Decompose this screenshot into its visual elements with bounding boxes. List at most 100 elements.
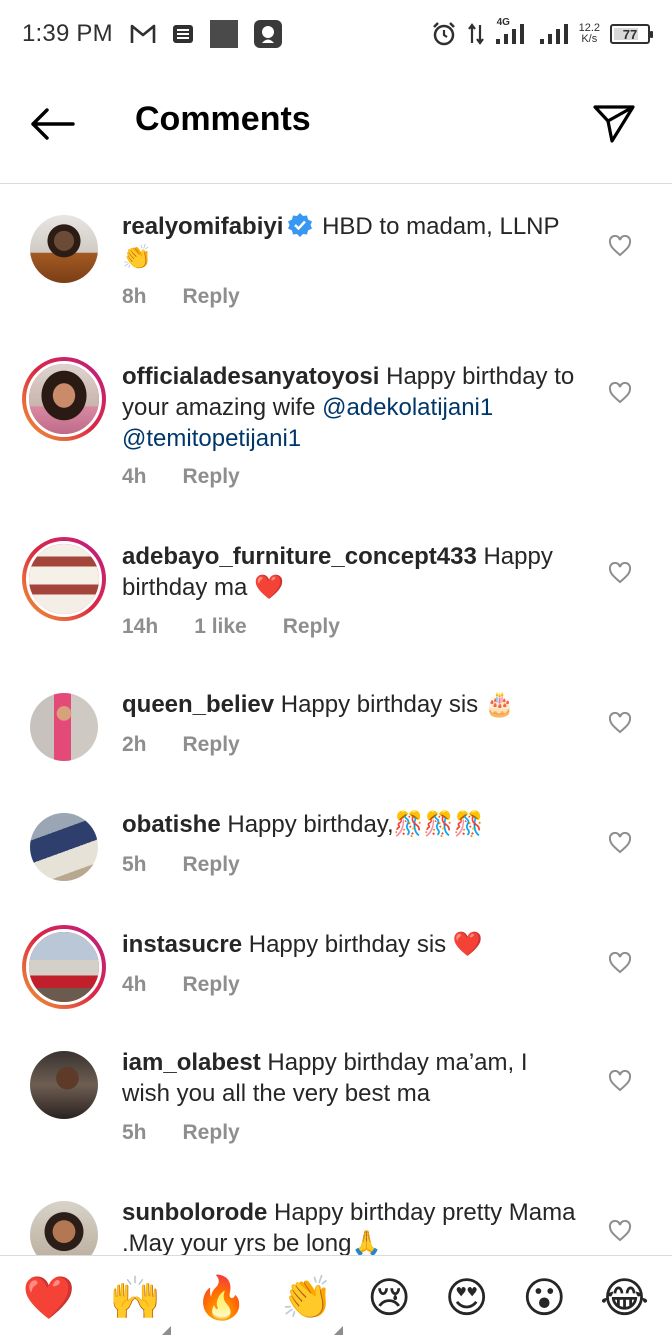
network-speed: 12.2 K/s	[579, 23, 600, 45]
like-button[interactable]	[605, 379, 635, 407]
comment-time: 4h	[122, 465, 147, 488]
signal-4g-icon: 4G	[495, 17, 529, 45]
comment-text: instasucre Happy birthday sis ❤️	[122, 929, 580, 960]
like-button[interactable]	[605, 232, 635, 260]
back-button[interactable]	[28, 104, 76, 144]
back-arrow-icon	[31, 108, 75, 140]
like-button[interactable]	[605, 949, 635, 977]
news-icon	[171, 23, 195, 45]
status-bar: 1:39 PM 4G 12.2 K/s 77	[0, 0, 672, 68]
reply-button[interactable]: Reply	[183, 853, 240, 877]
comment-username[interactable]: sunbolorode	[122, 1199, 267, 1226]
battery-level: 77	[622, 26, 638, 42]
emoji-surprised-face[interactable]: 😮	[522, 1273, 566, 1323]
comment-message: Happy birthday sis	[280, 691, 479, 718]
emoji-raising-hands[interactable]: 🙌	[109, 1273, 172, 1335]
emoji-crying-face[interactable]: 😢	[367, 1273, 411, 1323]
reply-button[interactable]: Reply	[283, 615, 340, 639]
heart-outline-icon	[608, 952, 632, 974]
comment-mention[interactable]: @adekolatijani1	[322, 394, 493, 421]
notification-icons	[129, 19, 283, 49]
comment-message: Happy birthday sis	[248, 931, 447, 958]
heart-outline-icon	[608, 712, 632, 734]
like-button[interactable]	[605, 559, 635, 587]
heart-outline-icon	[608, 1070, 632, 1092]
comment-meta: 5h Reply	[122, 1121, 240, 1145]
send-icon	[593, 105, 635, 143]
avatar-with-story[interactable]	[22, 357, 106, 441]
avatar[interactable]	[30, 215, 98, 283]
signal-icon	[539, 23, 569, 45]
comment-meta: 4h Reply	[122, 973, 240, 997]
comment-username[interactable]: realyomifabiyi	[122, 213, 283, 240]
comment-meta: 2h Reply	[122, 733, 240, 757]
battery-icon: 77	[610, 24, 653, 44]
comment-username[interactable]: queen_believ	[122, 691, 274, 718]
share-button[interactable]	[586, 96, 642, 152]
emoji-fire[interactable]: 🔥	[195, 1273, 247, 1323]
comment-time: 4h	[122, 973, 147, 996]
image-notification-icon	[209, 19, 239, 49]
comment-time: 2h	[122, 733, 147, 756]
like-button[interactable]	[605, 709, 635, 737]
like-button[interactable]	[605, 1067, 635, 1095]
comment-username[interactable]: adebayo_furniture_concept433	[122, 543, 477, 570]
comment-text: queen_believ Happy birthday sis 🎂	[122, 689, 580, 720]
avatar-with-story[interactable]	[22, 925, 106, 1009]
emoji-reaction-bar: ❤️ 🙌 🔥 👏 😢 😍 😮 😂	[0, 1255, 672, 1340]
comment-emoji: 🎂	[484, 691, 515, 718]
comment-emoji: ❤️	[452, 931, 483, 958]
comments-header: Comments	[0, 68, 672, 184]
comment-time: 8h	[122, 285, 147, 308]
comment-username[interactable]: instasucre	[122, 931, 242, 958]
verified-badge-icon	[288, 213, 313, 237]
like-count[interactable]: 1 like	[194, 615, 247, 639]
alarm-icon	[431, 21, 457, 47]
comment-text: iam_olabest Happy birthday ma’am, I wish…	[122, 1047, 580, 1109]
emoji-clapping-hands[interactable]: 👏	[281, 1273, 344, 1335]
reply-button[interactable]: Reply	[183, 285, 240, 309]
comment-time: 5h	[122, 1121, 147, 1144]
emoji-tears-of-joy[interactable]: 😂	[600, 1273, 649, 1323]
comment-meta: 14h 1 like Reply	[122, 615, 340, 639]
reply-button[interactable]: Reply	[183, 1121, 240, 1145]
heart-outline-icon	[608, 1220, 632, 1242]
emoji-red-heart[interactable]: ❤️	[23, 1273, 75, 1323]
page-title: Comments	[135, 100, 311, 138]
avatar[interactable]	[30, 693, 98, 761]
avatar[interactable]	[30, 813, 98, 881]
avatar[interactable]	[30, 1051, 98, 1119]
comment-meta: 5h Reply	[122, 853, 240, 877]
like-button[interactable]	[605, 1217, 635, 1245]
speed-unit: K/s	[581, 33, 598, 45]
comment-message: HBD to madam, LLNP	[322, 213, 560, 240]
reply-button[interactable]: Reply	[183, 733, 240, 757]
gmail-icon	[129, 23, 157, 45]
comment-emoji: 🎊🎊🎊	[393, 811, 484, 838]
comment-meta: 8h Reply	[122, 285, 240, 309]
comment-username[interactable]: officialadesanyatoyosi	[122, 363, 379, 390]
comment-emoji: ❤️	[254, 574, 284, 601]
emoji-heart-eyes[interactable]: 😍	[445, 1273, 489, 1323]
status-time: 1:39 PM	[22, 20, 113, 47]
comment-username[interactable]: obatishe	[122, 811, 221, 838]
comments-list[interactable]: realyomifabiyi HBD to madam, LLNP 👏 8h R…	[0, 185, 672, 1255]
comment-text: adebayo_furniture_concept433 Happy birth…	[122, 541, 580, 603]
avatar[interactable]	[30, 1201, 98, 1255]
comment-time: 14h	[122, 615, 159, 638]
comment-text: sunbolorode Happy birthday pretty Mama .…	[122, 1197, 580, 1255]
comment-username[interactable]: iam_olabest	[122, 1049, 261, 1076]
reply-button[interactable]: Reply	[183, 465, 240, 489]
like-button[interactable]	[605, 829, 635, 857]
system-status: 4G 12.2 K/s 77	[431, 17, 653, 47]
comment-mention[interactable]: @temitopetijani1	[122, 425, 301, 452]
network-type: 4G	[496, 17, 510, 28]
avatar-with-story[interactable]	[22, 537, 106, 621]
heart-outline-icon	[608, 832, 632, 854]
data-transfer-icon	[467, 21, 485, 47]
reply-button[interactable]: Reply	[183, 973, 240, 997]
comment-text: realyomifabiyi HBD to madam, LLNP 👏	[122, 211, 580, 273]
comment-time: 5h	[122, 853, 147, 876]
comment-text: officialadesanyatoyosi Happy birthday to…	[122, 361, 580, 454]
comment-emoji: 🙏	[351, 1230, 382, 1255]
